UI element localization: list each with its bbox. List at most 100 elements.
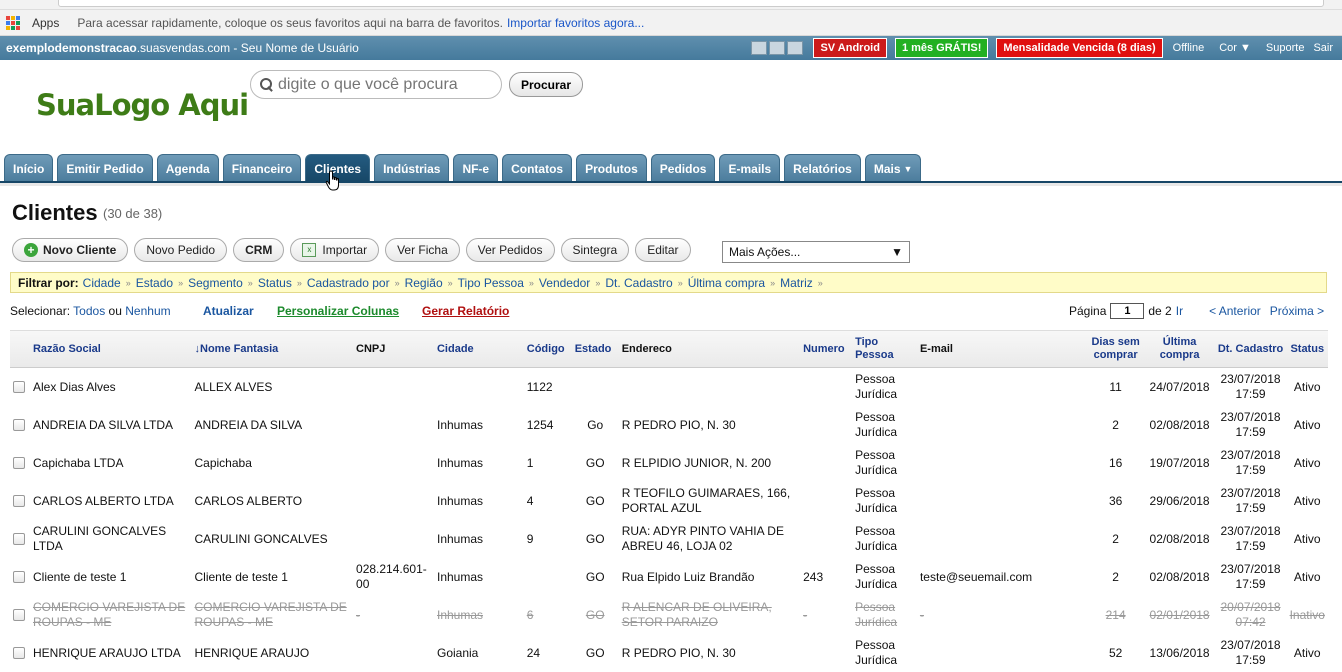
table-row[interactable]: CARLOS ALBERTO LTDA CARLOS ALBERTO Inhumas… [10,482,1328,520]
layout-icon-3[interactable] [787,41,804,55]
col-estado[interactable]: Estado [572,330,619,368]
separator-icon: » [528,277,534,288]
refresh-link[interactable]: Atualizar [203,304,254,318]
select-none-link[interactable]: Nenhum [125,304,170,318]
filter-cidade[interactable]: Cidade [83,276,121,290]
cell-estado: GO [585,607,605,622]
apps-grid-icon[interactable] [6,15,20,30]
table-row[interactable]: Alex Dias Alves ALLEX ALVES 1122 Pessoa Jur… [10,368,1328,406]
logout-link[interactable]: Sair [1313,42,1333,54]
search-box[interactable] [250,70,502,99]
col-razao-social[interactable]: Razão Social [30,330,192,368]
tab-financeiro[interactable]: Financeiro [222,154,302,182]
offline-link[interactable]: Offline [1173,42,1205,54]
plus-icon: + [24,243,38,257]
overdue-badge[interactable]: Mensalidade Vencida (8 dias) [996,38,1163,58]
row-checkbox[interactable] [13,609,25,622]
sintegra-button[interactable]: Sintegra [560,238,630,262]
apps-label[interactable]: Apps [32,16,59,30]
filter-status[interactable]: Status [258,276,292,290]
table-row[interactable]: HENRIQUE ARAUJO LTDA HENRIQUE ARAUJO Goian… [10,634,1328,672]
color-menu[interactable]: Cor ▼ [1219,42,1251,54]
row-checkbox[interactable] [13,381,25,394]
view-orders-button[interactable]: Ver Pedidos [465,238,555,262]
filter-tipo-pessoa[interactable]: Tipo Pessoa [458,276,524,290]
tab-contatos[interactable]: Contatos [502,154,573,182]
filter-matriz[interactable]: Matriz [780,276,813,290]
customize-columns-link[interactable]: Personalizar Colunas [277,304,399,318]
filter-dt-cadastro[interactable]: Dt. Cadastro [605,276,672,290]
cell-nome: HENRIQUE ARAUJO [194,645,310,660]
tab-agenda[interactable]: Agenda [156,154,219,182]
filter-estado[interactable]: Estado [136,276,173,290]
row-checkbox[interactable] [13,495,25,508]
cell-nome: Capichaba [194,455,252,470]
tab-emitir-pedido[interactable]: Emitir Pedido [57,154,153,182]
tab-produtos[interactable]: Produtos [576,154,647,182]
row-checkbox[interactable] [13,533,25,546]
row-checkbox[interactable] [13,419,25,432]
import-bookmarks-link[interactable]: Importar favoritos agora... [507,16,644,30]
generate-report-link[interactable]: Gerar Relatório [422,304,509,318]
col-nome-fantasia[interactable]: ↓Nome Fantasia [192,330,354,368]
table-row[interactable]: COMERCIO VAREJISTA DE ROUPAS - ME COMERCI… [10,596,1328,634]
cell-razao: CARLOS ALBERTO LTDA [32,493,174,508]
filter-cadastrado-por[interactable]: Cadastrado por [307,276,390,290]
select-all-link[interactable]: Todos [73,304,105,318]
edit-button[interactable]: Editar [635,238,691,262]
address-bar[interactable] [58,0,1324,7]
search-input[interactable] [278,75,498,94]
col-codigo[interactable]: Código [524,330,572,368]
col-numero[interactable]: Numero [800,330,852,368]
view-record-button[interactable]: Ver Ficha [385,238,460,262]
cell-numero [800,368,852,406]
search-button[interactable]: Procurar [509,72,584,97]
go-page-link[interactable]: Ir [1176,304,1183,318]
new-client-button[interactable]: + Novo Cliente [12,238,129,262]
tab-mais[interactable]: Mais ▼ [864,154,922,182]
tab-pedidos[interactable]: Pedidos [650,154,716,182]
col-ultima-compra[interactable]: Última compra [1145,330,1215,368]
tab-industrias[interactable]: Indústrias [374,154,450,182]
cell-dt: 23/07/2018 17:59 [1220,486,1281,515]
filter-regiao[interactable]: Região [405,276,443,290]
col-dias-sem-comprar[interactable]: Dias sem comprar [1087,330,1145,368]
row-checkbox[interactable] [13,571,25,584]
table-row[interactable]: CARULINI GONCALVES LTDA CARULINI GONCALVE… [10,520,1328,558]
cell-cidade: Inhumas [436,455,484,470]
col-cidade[interactable]: Cidade [434,330,524,368]
action-toolbar: + Novo Cliente Novo Pedido CRM x Importar … [12,238,691,262]
new-order-button[interactable]: Novo Pedido [134,238,228,262]
page-input[interactable] [1110,303,1145,319]
sv-android-badge[interactable]: SV Android [813,38,887,58]
col-tipo-pessoa[interactable]: Tipo Pessoa [852,330,917,368]
row-checkbox[interactable] [13,647,25,660]
crm-button[interactable]: CRM [233,238,285,262]
filter-ultima-compra[interactable]: Última compra [688,276,765,290]
more-actions-select[interactable]: Mais Ações... ▼ [722,241,910,263]
table-row[interactable]: Cliente de teste 1 Cliente de teste 1 028.… [10,558,1328,596]
free-month-badge[interactable]: 1 mês GRÁTIS! [894,38,989,58]
tab-nfe[interactable]: NF-e [453,154,499,182]
next-page-link[interactable]: Próxima > [1270,304,1324,318]
logo[interactable]: SuaLogo Aqui [36,88,249,122]
support-link[interactable]: Suporte [1266,42,1305,54]
cell-ultima: 02/01/2018 [1149,607,1210,622]
tab-inicio[interactable]: Início [4,154,54,182]
layout-icon-2[interactable] [769,41,786,55]
filter-vendedor[interactable]: Vendedor [539,276,590,290]
previous-page-link[interactable]: < Anterior [1209,304,1261,318]
layout-icon-1[interactable] [751,41,768,55]
cell-estado: GO [585,493,605,508]
tab-relatorios[interactable]: Relatórios [784,154,861,182]
filter-segmento[interactable]: Segmento [188,276,243,290]
layout-switcher[interactable] [751,41,804,55]
col-status[interactable]: Status [1287,330,1328,368]
table-row[interactable]: ANDREIA DA SILVA LTDA ANDREIA DA SILVA Inh… [10,406,1328,444]
table-row[interactable]: Capichaba LTDA Capichaba Inhumas 1 GO R ELPID… [10,444,1328,482]
import-button[interactable]: x Importar [290,238,380,262]
cell-dt: 20/07/2018 07:42 [1220,600,1281,629]
col-dt-cadastro[interactable]: Dt. Cadastro [1215,330,1287,368]
row-checkbox[interactable] [13,457,25,470]
tab-emails[interactable]: E-mails [719,154,781,182]
